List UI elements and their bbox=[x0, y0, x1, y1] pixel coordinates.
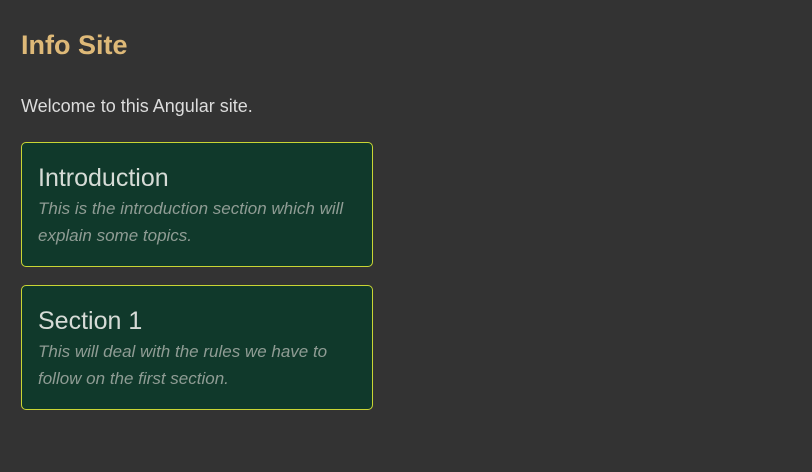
card-description: This will deal with the rules we have to… bbox=[38, 342, 328, 388]
card-title: Section 1 bbox=[38, 307, 143, 335]
welcome-text: Welcome to this Angular site. bbox=[21, 96, 253, 116]
card-description: This is the introduction section which w… bbox=[38, 199, 344, 245]
card-introduction: Introduction This is the introduction se… bbox=[21, 142, 373, 267]
card-title: Introduction bbox=[38, 164, 169, 192]
card-section-1: Section 1 This will deal with the rules … bbox=[21, 285, 373, 410]
site-title: Info Site bbox=[21, 30, 128, 60]
